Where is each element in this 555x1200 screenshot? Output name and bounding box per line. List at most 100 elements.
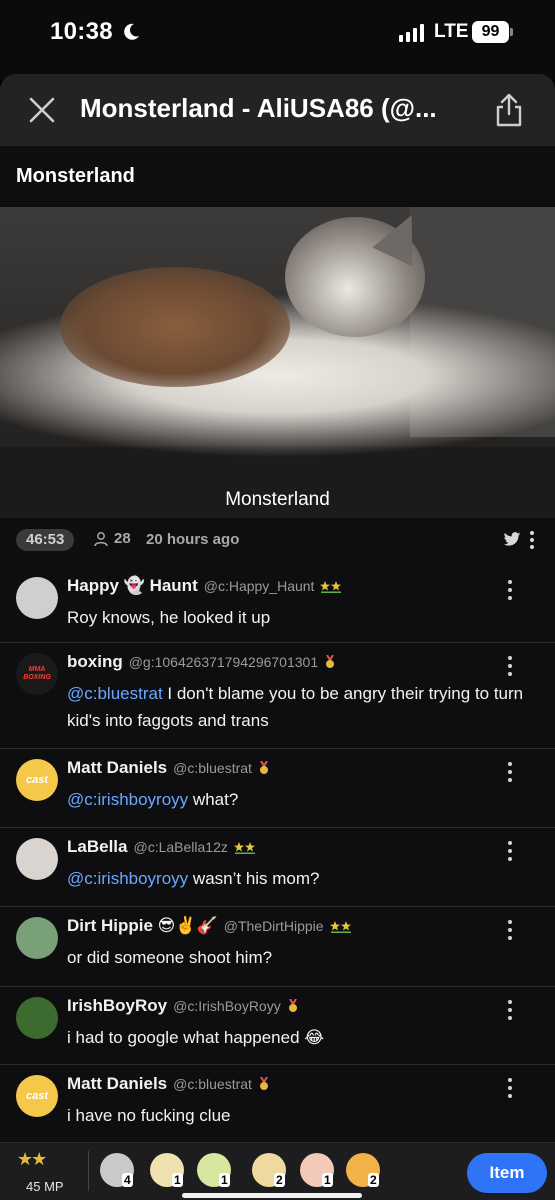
viewer-count-value: 28 — [114, 530, 131, 547]
time-ago: 20 hours ago — [146, 531, 240, 548]
comment-row[interactable]: Dirt Hippie 😎✌️🎸 @TheDirtHippie or did som… — [0, 907, 555, 987]
comment-mention[interactable]: @c:irishboyroyy — [67, 790, 188, 809]
video-meta: 46:53 28 20 hours ago — [0, 518, 555, 564]
comment-handle: @c:LaBella12z — [133, 839, 228, 855]
gift-count: 4 — [122, 1173, 133, 1187]
bottom-bar: ★★ 45 MP 4 1 1 2 1 2 Item — [0, 1142, 555, 1200]
comment-row[interactable]: Happy 👻 Haunt @c:Happy_Haunt Roy knows, he… — [0, 567, 555, 643]
mp-count: 45 MP — [26, 1179, 64, 1194]
battery-icon: 99 — [472, 21, 509, 43]
more-options-icon[interactable] — [529, 530, 535, 550]
comment-handle: @c:IrishBoyRoyy — [173, 998, 281, 1014]
comment-body: i had to google what happened 😂 — [67, 1028, 325, 1047]
comment-row[interactable]: IrishBoyRoy @c:IrishBoyRoyy i had to googl… — [0, 987, 555, 1065]
comment-body: what? — [188, 790, 239, 809]
comment-text: @c:irishboyroyy wasn’t his mom? — [67, 865, 542, 892]
more-options-icon[interactable] — [503, 1000, 517, 1020]
comment-handle: @c:Happy_Haunt — [203, 578, 315, 594]
comment-author[interactable]: Dirt Hippie 😎✌️🎸 — [67, 916, 218, 936]
video-caption: Monsterland — [225, 489, 330, 510]
page-title: Monsterland - AliUSA86 (@... — [80, 93, 437, 123]
comment-handle: @c:bluestrat — [173, 760, 252, 776]
comment-author[interactable]: Happy 👻 Haunt — [67, 576, 198, 596]
comment-body: Roy knows, he looked it up — [67, 608, 271, 627]
comment-text: i have no fucking clue — [67, 1102, 542, 1129]
comment-body: wasn’t his mom? — [188, 869, 320, 888]
double-star-badge-icon — [320, 581, 342, 593]
avatar-label: MMA BOXING — [23, 666, 51, 681]
avatar[interactable]: cast — [16, 1075, 58, 1117]
comment-header: IrishBoyRoy @c:IrishBoyRoyy — [67, 996, 299, 1016]
battery-tip — [510, 28, 513, 36]
comment-author[interactable]: Matt Daniels — [67, 758, 167, 778]
video-sheet: Monsterland - AliUSA86 (@... Monsterland… — [0, 74, 555, 1200]
video-player[interactable]: Monsterland — [0, 207, 555, 518]
avatar[interactable] — [16, 838, 58, 880]
avatar[interactable] — [16, 917, 58, 959]
avatar[interactable] — [16, 997, 58, 1039]
comment-handle: @TheDirtHippie — [223, 918, 324, 934]
avatar[interactable]: cast — [16, 759, 58, 801]
comment-row[interactable]: cast Matt Daniels @c:bluestrat i have no fu… — [0, 1065, 555, 1145]
gift-count: 2 — [274, 1173, 285, 1187]
comment-header: Matt Daniels @c:bluestrat — [67, 1074, 270, 1094]
medal-badge-icon — [259, 1077, 268, 1090]
network-label: LTE — [434, 21, 469, 42]
gift-count: 1 — [172, 1173, 183, 1187]
section-title: Monsterland — [16, 165, 135, 187]
comment-row[interactable]: MMA BOXING boxing @g:1064263717942967013​0… — [0, 643, 555, 749]
duration-badge: 46:53 — [16, 529, 75, 551]
comment-header: boxing @g:1064263717942967013​01 — [67, 652, 336, 672]
gift-count: 2 — [368, 1173, 379, 1187]
avatar-label: cast — [25, 774, 49, 786]
more-options-icon[interactable] — [503, 656, 517, 676]
comment-header: LaBella @c:LaBella12z — [67, 837, 256, 857]
comment-author[interactable]: Matt Daniels — [67, 1074, 167, 1094]
avatar-label: cast — [25, 1090, 49, 1102]
more-options-icon[interactable] — [503, 1078, 517, 1098]
comment-header: Matt Daniels @c:bluestrat — [67, 758, 270, 778]
rank-stars: ★★ — [17, 1149, 47, 1169]
comment-text: @c:bluestrat I don't blame you to be ang… — [67, 680, 542, 734]
avatar[interactable]: MMA BOXING — [16, 653, 58, 695]
status-time: 10:38 — [50, 18, 113, 45]
comment-header: Dirt Hippie 😎✌️🎸 @TheDirtHippie — [67, 916, 352, 936]
comment-text: @c:irishboyroyy what? — [67, 786, 542, 813]
home-indicator — [182, 1193, 362, 1198]
moon-icon — [124, 23, 139, 40]
gift-count: 1 — [219, 1173, 230, 1187]
comment-text: i had to google what happened 😂 — [67, 1024, 542, 1051]
comment-header: Happy 👻 Haunt @c:Happy_Haunt — [67, 576, 342, 596]
double-star-badge-icon — [329, 921, 351, 933]
status-bar: 10:38 LTE 99 — [0, 0, 555, 70]
comment-text: or did someone shoot him? — [67, 944, 542, 971]
avatar[interactable] — [16, 577, 58, 619]
comment-body: or did someone shoot him? — [67, 948, 273, 967]
more-options-icon[interactable] — [503, 580, 517, 600]
medal-badge-icon — [326, 655, 335, 668]
comment-body: i have no fucking clue — [67, 1106, 231, 1125]
more-options-icon[interactable] — [503, 841, 517, 861]
more-options-icon[interactable] — [503, 920, 517, 940]
comment-mention[interactable]: @c:bluestrat — [67, 684, 163, 703]
comment-row[interactable]: cast Matt Daniels @c:bluestrat @c:irishboyr… — [0, 749, 555, 828]
sheet-header: Monsterland - AliUSA86 (@... — [0, 74, 555, 146]
signal-icon — [399, 24, 424, 42]
comment-row[interactable]: LaBella @c:LaBella12z @c:irishboyroyy wasn… — [0, 828, 555, 907]
more-options-icon[interactable] — [503, 762, 517, 782]
comment-text: Roy knows, he looked it up — [67, 604, 542, 631]
item-button[interactable]: Item — [467, 1153, 547, 1193]
comment-author[interactable]: boxing — [67, 652, 123, 672]
viewer-count: 28 — [93, 530, 131, 547]
double-star-badge-icon — [233, 842, 255, 854]
share-icon[interactable] — [494, 92, 524, 128]
comment-author[interactable]: IrishBoyRoy — [67, 996, 167, 1016]
medal-badge-icon — [288, 999, 297, 1012]
comment-mention[interactable]: @c:irishboyroyy — [67, 869, 188, 888]
comment-author[interactable]: LaBella — [67, 837, 127, 857]
close-icon[interactable] — [28, 96, 56, 124]
medal-badge-icon — [259, 761, 268, 774]
gift-count: 1 — [322, 1173, 333, 1187]
twitter-icon[interactable] — [503, 532, 521, 547]
comment-handle: @c:bluestrat — [173, 1076, 252, 1092]
